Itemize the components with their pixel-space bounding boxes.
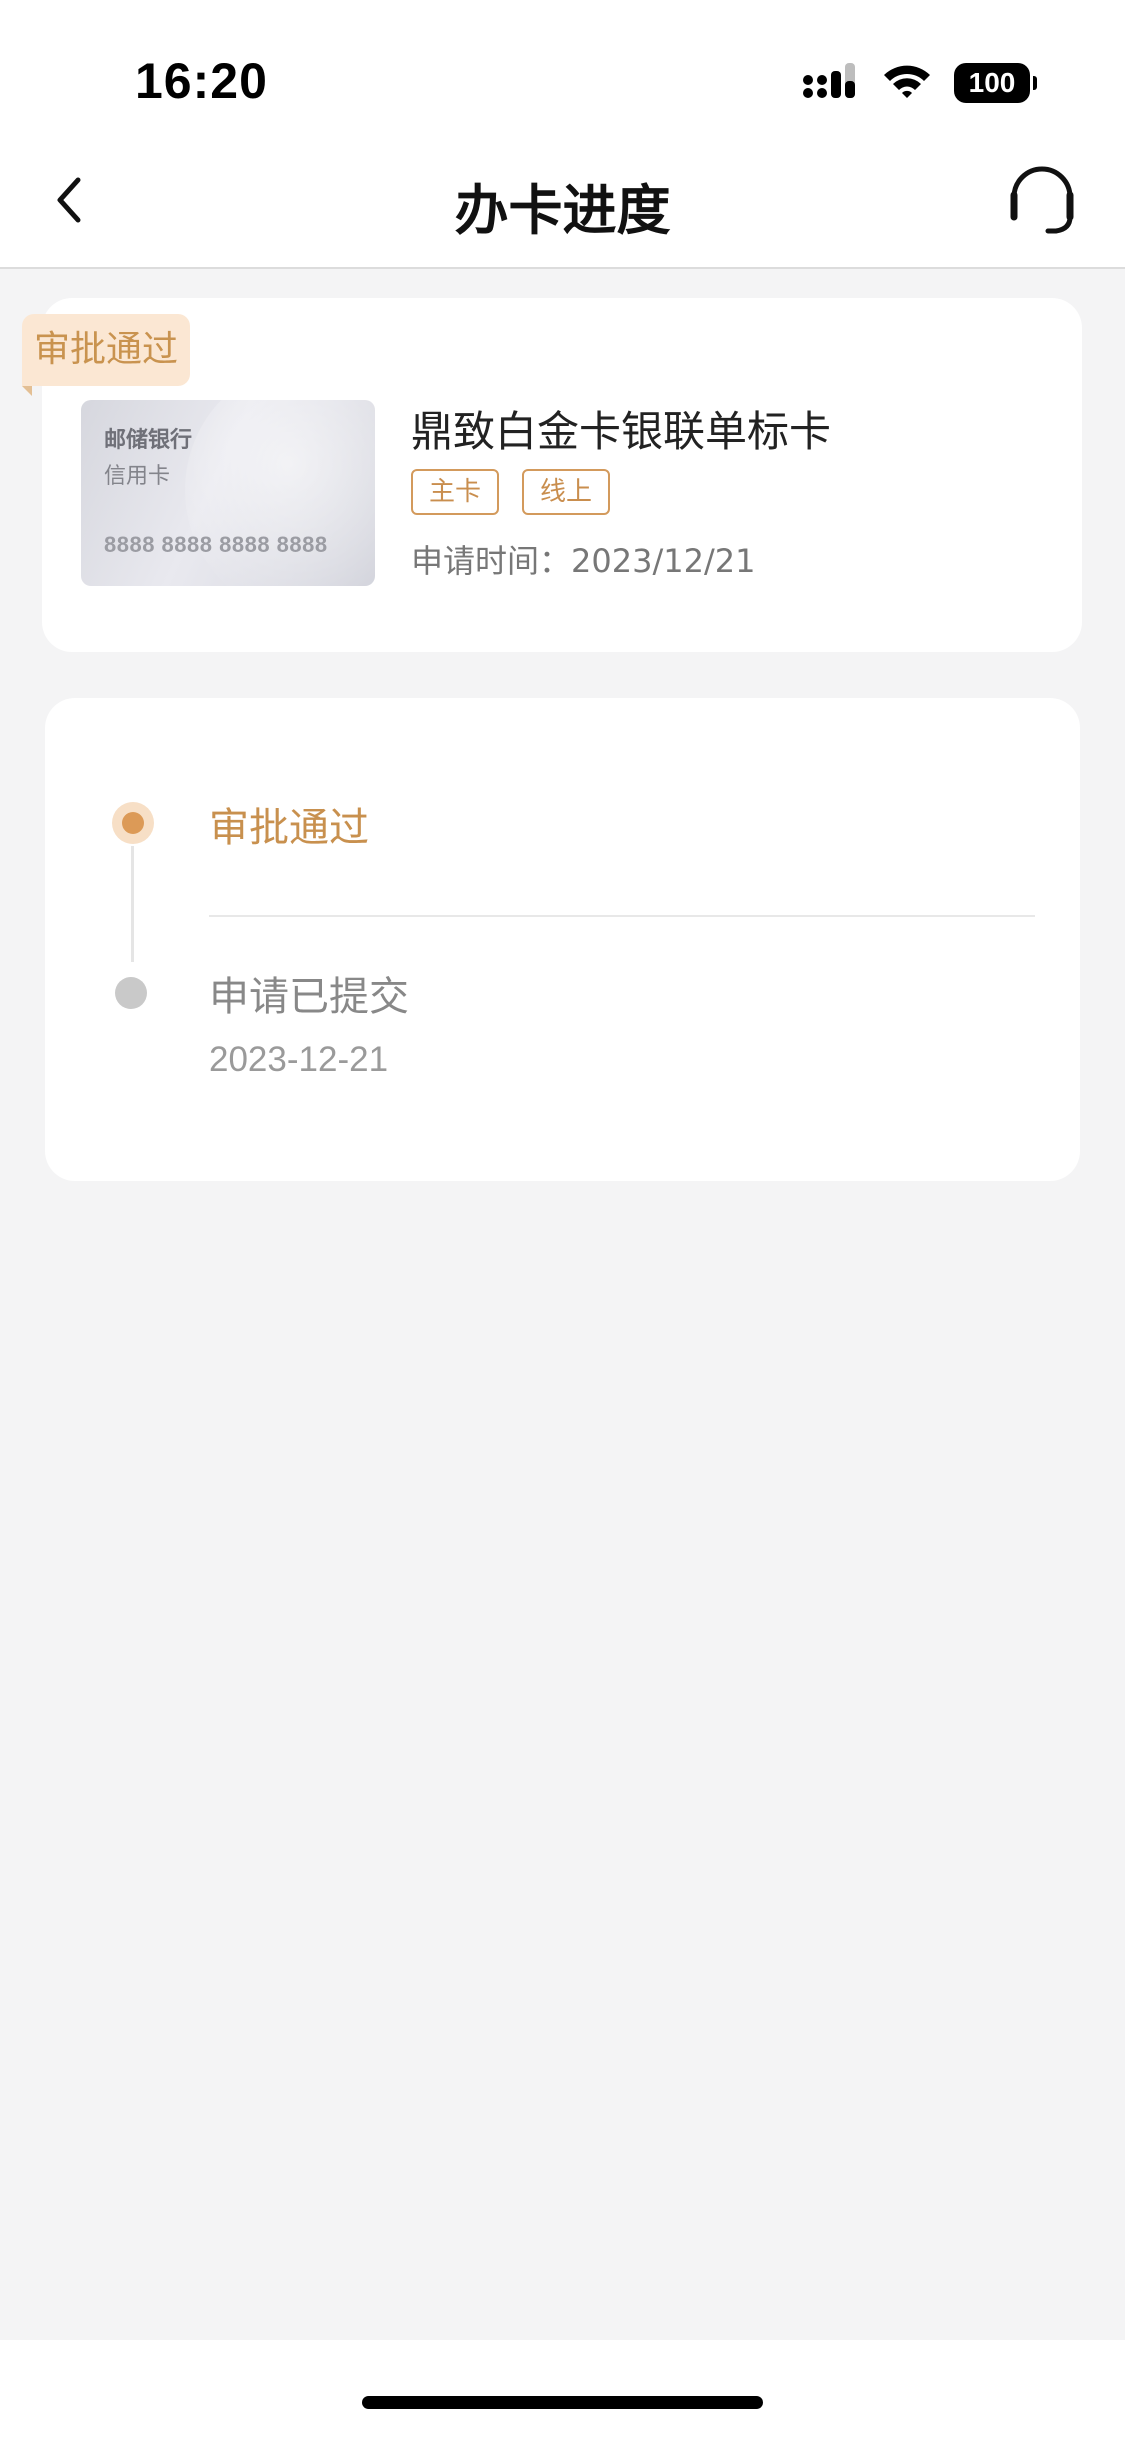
step-divider	[209, 915, 1035, 917]
headset-icon	[1004, 165, 1080, 241]
battery-icon: 100	[954, 63, 1037, 103]
customer-service-button[interactable]	[997, 158, 1087, 248]
card-type: 信用卡	[104, 464, 171, 489]
card-name: 鼎致白金卡银联单标卡	[411, 407, 832, 456]
step-active-dot	[112, 802, 154, 844]
tag-primary-card: 主卡	[411, 469, 500, 515]
card-image-sheen	[185, 400, 375, 586]
card-number: 8888 8888 8888 8888	[104, 532, 328, 557]
bottom-bar	[0, 2340, 1125, 2439]
step-submitted-date: 2023-12-21	[209, 1040, 389, 1079]
card-bank-name: 邮储银行	[104, 428, 193, 453]
status-icons: 100	[802, 60, 1037, 106]
step-connector-line	[131, 846, 134, 962]
signal-icon	[802, 61, 860, 105]
card-image: 邮储银行 信用卡 8888 8888 8888 8888	[81, 400, 375, 586]
step-submitted-label: 申请已提交	[209, 974, 409, 1020]
status-ribbon: 审批通过	[22, 314, 191, 396]
status-time: 16:20	[135, 53, 268, 109]
step-approved-label: 审批通过	[209, 805, 369, 851]
wifi-icon	[882, 62, 932, 104]
progress-panel	[45, 698, 1080, 1181]
home-indicator[interactable]	[362, 2396, 763, 2409]
status-bar: 16:20 100	[0, 0, 1125, 140]
page-title: 办卡进度	[454, 179, 671, 242]
apply-time: 申请时间：2023/12/21	[411, 542, 756, 580]
tag-online: 线上	[522, 469, 611, 515]
step-done-dot	[115, 977, 147, 1009]
nav-bar: 办卡进度	[0, 140, 1125, 269]
